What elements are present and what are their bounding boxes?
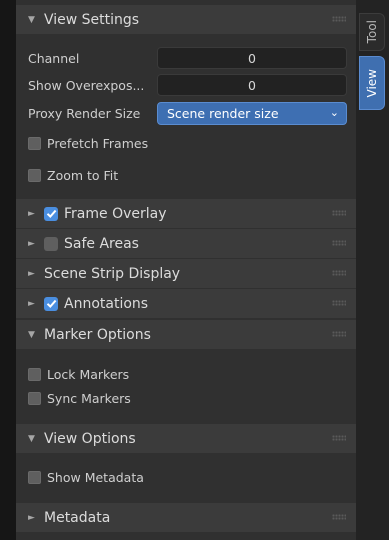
tab-tool-label: Tool (365, 20, 379, 44)
zoom-to-fit-label: Zoom to Fit (47, 168, 119, 183)
annotations-label: Annotations (64, 295, 149, 312)
triangle-down-icon: ▼ (28, 433, 35, 444)
view-settings-header[interactable]: ▼ View Settings (16, 5, 356, 34)
frame-overlay-label: Frame Overlay (64, 205, 167, 222)
show-metadata-checkbox[interactable]: Show Metadata (28, 470, 144, 485)
marker-options-header[interactable]: ▼ Marker Options (16, 320, 356, 349)
triangle-right-icon: ► (28, 512, 35, 523)
prefetch-frames-checkbox[interactable]: Prefetch Frames (28, 136, 148, 151)
lock-markers-box[interactable] (28, 368, 41, 381)
checkmark-icon (46, 299, 56, 308)
metadata-header[interactable]: ► Metadata (16, 503, 356, 532)
tab-view[interactable]: View (359, 56, 385, 110)
triangle-down-icon: ▼ (28, 329, 35, 340)
drag-grip-icon[interactable] (332, 240, 346, 246)
safe-areas-label: Safe Areas (64, 235, 139, 252)
sync-markers-checkbox[interactable]: Sync Markers (28, 391, 131, 406)
safe-areas-header[interactable]: ► Safe Areas (16, 229, 356, 258)
frame-overlay-header[interactable]: ► Frame Overlay (16, 199, 356, 228)
zoom-to-fit-box[interactable] (28, 169, 41, 182)
show-overexposed-value: 0 (248, 77, 256, 93)
prefetch-frames-box[interactable] (28, 137, 41, 150)
sidebar-tab-bar: Tool View (356, 0, 389, 540)
scene-strip-display-label: Scene Strip Display (44, 265, 181, 282)
sync-markers-box[interactable] (28, 392, 41, 405)
lock-markers-label: Lock Markers (47, 367, 130, 382)
annotations-checkbox[interactable] (44, 296, 58, 311)
proxy-render-size-value: Scene render size (167, 106, 279, 121)
channel-field[interactable]: 0 (157, 47, 347, 69)
triangle-right-icon: ► (28, 208, 35, 219)
show-metadata-label: Show Metadata (47, 470, 144, 485)
safe-areas-checkbox[interactable] (44, 236, 58, 251)
view-options-title: View Options (44, 430, 136, 447)
drag-grip-icon[interactable] (332, 300, 346, 306)
zoom-to-fit-checkbox[interactable]: Zoom to Fit (28, 168, 118, 183)
view-settings-title: View Settings (44, 11, 140, 28)
drag-grip-icon[interactable] (332, 16, 346, 22)
annotations-header[interactable]: ► Annotations (16, 289, 356, 318)
lock-markers-checkbox[interactable]: Lock Markers (28, 367, 129, 382)
channel-label: Channel (28, 51, 80, 66)
tab-tool[interactable]: Tool (359, 13, 385, 51)
proxy-render-size-select[interactable]: Scene render size ⌄ (157, 102, 347, 125)
sync-markers-label: Sync Markers (47, 391, 131, 406)
drag-grip-icon[interactable] (332, 514, 346, 520)
scene-strip-display-header[interactable]: ► Scene Strip Display (16, 259, 356, 288)
view-options-header[interactable]: ▼ View Options (16, 424, 356, 453)
triangle-right-icon: ► (28, 238, 35, 249)
properties-sidebar: Tool View ▼ View Settings Channel 0 Show… (0, 0, 389, 540)
chevron-down-icon: ⌄ (329, 106, 339, 119)
frame-overlay-checkbox[interactable] (44, 206, 58, 221)
metadata-label: Metadata (44, 509, 111, 526)
checkmark-icon (46, 209, 56, 218)
show-overexposed-label: Show Overexpos... (28, 78, 145, 93)
proxy-render-size-label: Proxy Render Size (28, 106, 141, 121)
tab-view-label: View (365, 68, 379, 98)
marker-options-title: Marker Options (44, 326, 151, 343)
channel-value: 0 (248, 50, 256, 66)
drag-grip-icon[interactable] (332, 210, 346, 216)
triangle-right-icon: ► (28, 298, 35, 309)
show-overexposed-field[interactable]: 0 (157, 74, 347, 96)
drag-grip-icon[interactable] (332, 331, 346, 337)
drag-grip-icon[interactable] (332, 270, 346, 276)
prefetch-frames-label: Prefetch Frames (47, 136, 149, 151)
drag-grip-icon[interactable] (332, 435, 346, 441)
triangle-down-icon: ▼ (28, 14, 35, 25)
show-metadata-box[interactable] (28, 471, 41, 484)
triangle-right-icon: ► (28, 268, 35, 279)
